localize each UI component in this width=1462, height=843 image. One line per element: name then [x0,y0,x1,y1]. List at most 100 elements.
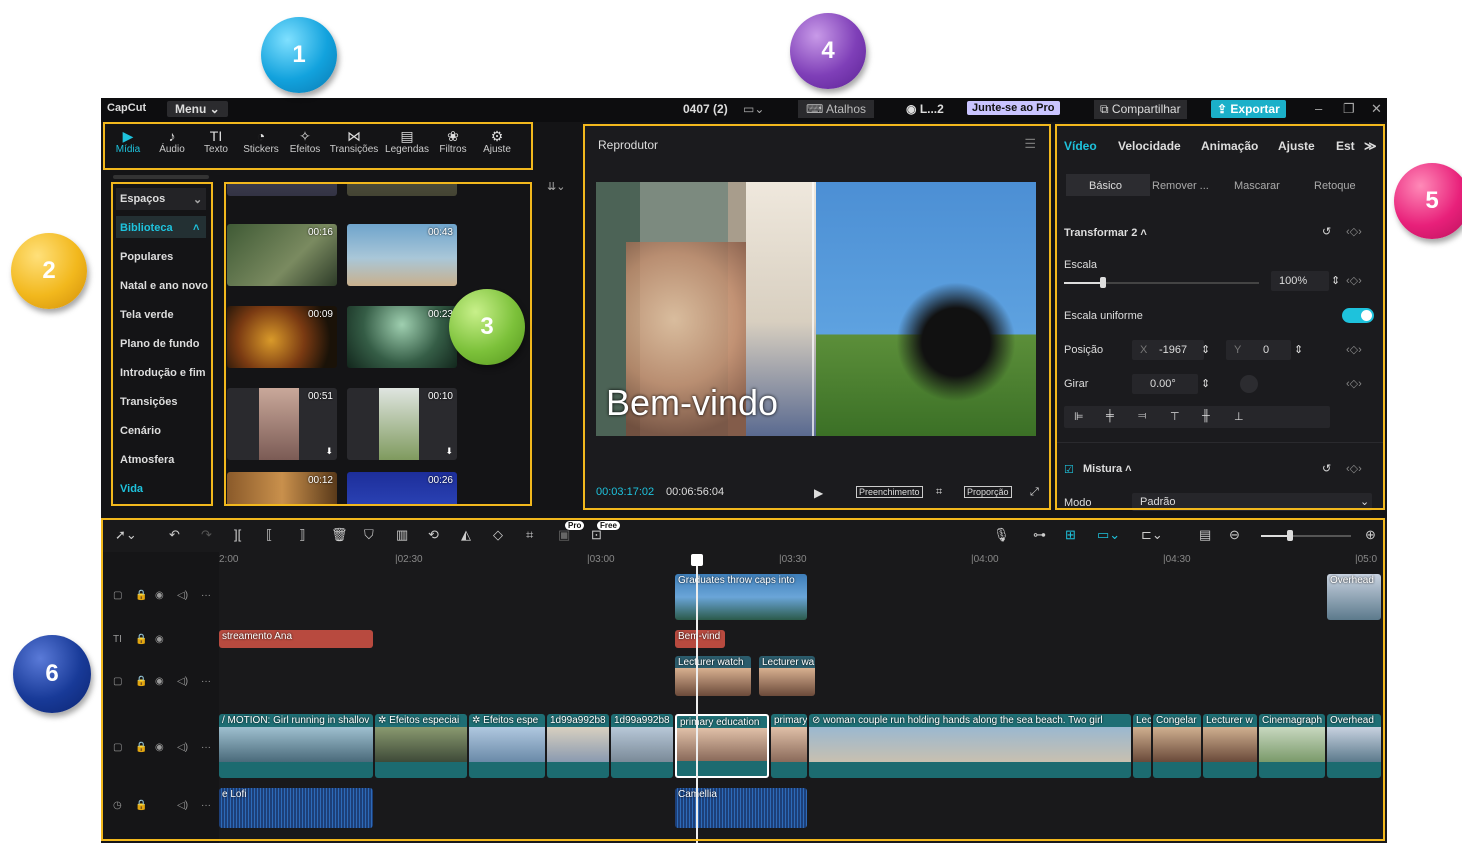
audio-clip[interactable]: e Lofi [219,788,373,828]
marker-icon[interactable]: ⛉ [364,527,374,543]
align-center-v-icon[interactable]: ╫ [1202,410,1210,422]
tab-speed[interactable]: Velocidade [1118,139,1181,153]
lock-icon[interactable]: 🔒 [135,800,147,811]
media-thumb[interactable]: 00:26 [347,472,457,506]
subtab-basic[interactable]: Básico [1089,180,1122,192]
media-thumb[interactable]: 00:51 ⬇ [227,388,337,460]
nav-item-biblioteca[interactable]: Biblioteca [120,222,173,234]
tab-stickers[interactable]: ◔ Stickers [240,128,282,155]
timeline-clip[interactable]: Cinemagraph [1259,714,1325,778]
more-icon[interactable]: ··· [201,590,211,601]
more-icon[interactable]: ··· [201,742,211,753]
sort-filter-icon[interactable]: ⇊⌄ [547,180,565,193]
join-pro-button[interactable]: Junte-se ao Pro [967,101,1060,115]
transform-section[interactable]: Transformar 2 ˄ [1064,227,1147,239]
crop-icon[interactable]: ⌗ [936,486,942,499]
timeline-clip[interactable]: ⊘ woman couple run holding hands along t… [809,714,1131,778]
keyframe-icon[interactable]: ‹◇› [1346,225,1362,238]
media-thumb[interactable]: 00:23 [347,306,457,368]
nav-item-plano-de-fundo[interactable]: Plano de fundo [120,338,199,350]
timeline-clip[interactable]: Lecturer wa [759,656,815,696]
eye-icon[interactable]: ◉ [155,676,164,687]
lock-icon[interactable]: 🔒 [135,590,147,601]
nav-item-tela-verde[interactable]: Tela verde [120,309,174,321]
playhead[interactable] [696,558,698,843]
tab-animation[interactable]: Animação [1201,139,1258,153]
more-icon[interactable]: ··· [201,676,211,687]
project-name[interactable]: 0407 (2) [683,102,728,116]
fill-button[interactable]: Preenchimento [856,486,923,498]
reset-icon[interactable]: ↺ [1322,225,1331,238]
timeline-clip[interactable]: Graduates throw caps into [675,574,807,620]
shortcuts-button[interactable]: ⌨ Atalhos [798,100,875,118]
timeline-clip[interactable]: ✲ Efeitos especiai [375,714,467,778]
tab-adjust[interactable]: ⚙ Ajuste [479,128,515,155]
align-bottom-icon[interactable]: ⊥ [1234,410,1244,423]
tab-transitions[interactable]: ⋈ Transições [328,128,380,155]
audio-clip[interactable]: Camellia [675,788,807,828]
nav-item-populares[interactable]: Populares [120,251,173,263]
text-clip[interactable]: Bem-vind [675,630,725,648]
nav-item-atmosfera[interactable]: Atmosfera [120,454,174,466]
tab-media[interactable]: ▶ Mídia [111,128,145,155]
link-clips-icon[interactable]: ▭⌄ [1097,527,1120,543]
more-tabs-icon[interactable]: ≫ [1364,139,1377,153]
zoom-in-icon[interactable]: ⊕ [1365,527,1376,543]
blend-section[interactable]: Mistura ˄ [1083,463,1132,475]
tab-audio[interactable]: ♪ Áudio [155,128,189,155]
media-thumb[interactable] [227,184,337,196]
align-center-h-icon[interactable]: ╪ [1106,410,1114,422]
stepper-icon[interactable]: ⇕ [1201,377,1210,390]
uniform-scale-toggle[interactable] [1342,308,1374,323]
lock-icon[interactable]: 🔒 [135,742,147,753]
tab-style[interactable]: Est [1336,139,1355,153]
align-left-icon[interactable]: ⊫ [1074,410,1084,423]
volume-icon[interactable]: ◁) [177,742,188,753]
split-icon[interactable]: ][ [234,527,241,542]
download-icon[interactable]: ⬇ [325,446,333,457]
volume-icon[interactable]: ◁) [177,590,188,601]
media-thumb[interactable]: 00:16 [227,224,337,286]
scroll-indicator[interactable] [113,175,209,179]
volume-icon[interactable]: ◁) [177,676,188,687]
timeline-clip[interactable]: Lecturer watch [675,656,751,696]
tab-video[interactable]: Vídeo [1064,139,1097,153]
keyframe-icon[interactable]: ‹◇› [1346,462,1362,475]
media-thumb[interactable]: 00:10 ⬇ [347,388,457,460]
keyframe-icon[interactable]: ‹◇› [1346,274,1362,287]
maximize-icon[interactable]: ❐ [1343,101,1355,117]
media-thumb[interactable]: 00:12 [227,472,337,506]
timeline-clip[interactable]: 1d99a992b8 [547,714,609,778]
timeline-clip[interactable]: Lec [1133,714,1151,778]
eye-icon[interactable]: ◉ [155,742,164,753]
media-thumb[interactable] [347,184,457,196]
blend-checkbox[interactable]: ☑ [1064,463,1074,476]
nav-item-vida[interactable]: Vida [120,483,143,495]
split-right-icon[interactable]: ⟧ [299,527,305,543]
timeline-clip[interactable]: Overhead [1327,714,1381,778]
media-thumb[interactable]: 00:09 [227,306,337,368]
eye-icon[interactable]: ◉ [155,590,164,601]
freeze-icon[interactable]: ▥ [396,527,408,543]
player-menu-icon[interactable]: ☰ [1024,136,1036,152]
rotate-icon[interactable]: ◇ [493,527,503,543]
media-thumb[interactable]: 00:43 [347,224,457,286]
tab-captions[interactable]: ▤ Legendas [383,128,431,155]
aspect-ratio-button[interactable]: Proporção [964,486,1012,498]
playhead-handle[interactable] [691,554,703,566]
timeline-clip-selected[interactable]: primary education [675,714,769,778]
keyframe-icon[interactable]: ‹◇› [1346,343,1362,356]
caption-icon[interactable]: ▤ [1199,527,1211,543]
rotate-dial[interactable] [1240,375,1258,393]
text-clip[interactable]: streamento Ana [219,630,373,648]
timeline-clip[interactable]: Congelar [1153,714,1201,778]
download-icon[interactable]: ⬇ [445,446,453,457]
tab-effects[interactable]: ✧ Efeitos [286,128,324,155]
reset-icon[interactable]: ↺ [1322,462,1331,475]
mirror-icon[interactable]: ◭ [461,527,471,543]
select-tool-icon[interactable]: ➚⌄ [115,527,137,543]
delete-icon[interactable]: 🗑 [331,527,348,543]
tab-adjust-props[interactable]: Ajuste [1278,139,1315,153]
align-top-icon[interactable]: ⊤ [1170,410,1180,423]
undo-icon[interactable]: ↶ [169,527,180,543]
